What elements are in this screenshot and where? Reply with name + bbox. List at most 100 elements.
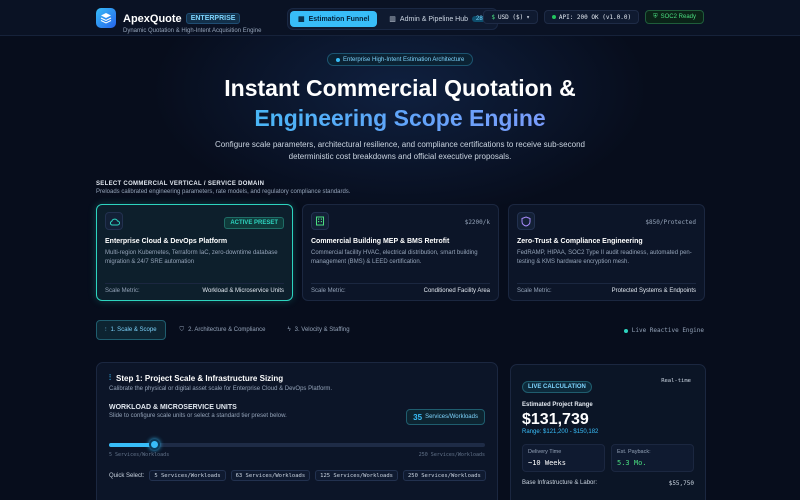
- payback-box: Est. Payback: 5.3 Mo.: [611, 444, 694, 472]
- metric-value: Workload & Microservice Units: [202, 288, 284, 294]
- card-rate-tag: $2200/k: [464, 219, 490, 226]
- step-label: 3. Velocity & Staffing: [294, 327, 350, 333]
- top-header: ApexQuote ENTERPRISE Dynamic Quotation & …: [0, 0, 800, 36]
- shield-icon: ⛉: [179, 326, 185, 333]
- vertical-section-subtitle: Preloads calibrated engineering paramete…: [96, 189, 351, 195]
- workload-slider[interactable]: [109, 439, 485, 450]
- metric-label: Scale Metric:: [311, 288, 346, 294]
- status-dot-icon: [551, 15, 556, 19]
- brand-subtitle: Dynamic Quotation & High-Intent Acquisit…: [123, 28, 262, 34]
- api-status-text: API: 200 OK (v1.0.0): [558, 13, 632, 21]
- soc2-badge: ⛨ SOC2 Ready: [645, 10, 704, 24]
- card-footer: Scale Metric: Conditioned Facility Area: [311, 283, 490, 294]
- base-cost-label: Base Infrastructure & Labor:: [522, 480, 598, 486]
- step-tab-velocity[interactable]: ϟ 3. Velocity & Staffing: [279, 320, 357, 340]
- quick-select-label: Quick Select:: [109, 472, 145, 479]
- card-title: Enterprise Cloud & DevOps Platform: [105, 238, 228, 245]
- base-cost-value: $55,750: [668, 480, 694, 487]
- brand-name: ApexQuote: [123, 13, 182, 25]
- building-icon: [311, 212, 329, 230]
- slider-thumb[interactable]: [149, 439, 161, 450]
- chart-icon: ▥: [389, 16, 396, 23]
- soc2-text: SOC2 Ready: [660, 14, 696, 20]
- payback-label: Est. Payback:: [617, 449, 651, 455]
- workload-value-unit: Services/Workloads: [425, 414, 478, 420]
- dollar-icon: $: [491, 13, 495, 21]
- step-tab-scale[interactable]: ⫶ 1. Scale & Scope: [96, 320, 166, 340]
- vertical-card-building[interactable]: $2200/k Commercial Building MEP & BMS Re…: [302, 204, 499, 301]
- step-panel: ⫶ Step 1: Project Scale & Infrastructure…: [96, 362, 498, 500]
- card-description: Multi-region Kubernetes, Terraform IaC, …: [105, 250, 278, 265]
- tab-label: Admin & Pipeline Hub: [399, 15, 469, 23]
- vertical-card-security[interactable]: $850/Protected Zero-Trust & Compliance E…: [508, 204, 705, 301]
- realtime-label: Real-time: [661, 378, 691, 384]
- quick-option-5[interactable]: 5 Services/Workloads: [149, 470, 226, 481]
- nav-tabs: ▦ Estimation Funnel ▥ Admin & Pipeline H…: [287, 8, 498, 30]
- estimate-value: $131,739: [522, 411, 589, 428]
- active-preset-badge: ACTIVE PRESET: [224, 217, 284, 229]
- card-footer: Scale Metric: Workload & Microservice Un…: [105, 283, 284, 294]
- live-engine-text: Live Reactive Engine: [631, 327, 704, 334]
- card-footer: Scale Metric: Protected Systems & Endpoi…: [517, 283, 696, 294]
- base-cost-row: Base Infrastructure & Labor: $55,750: [522, 480, 694, 487]
- card-rate-tag: $850/Protected: [645, 219, 696, 226]
- step-label: 1. Scale & Scope: [110, 327, 157, 333]
- metric-label: Scale Metric:: [517, 288, 552, 294]
- step-tabs: ⫶ 1. Scale & Scope ⛉ 2. Architecture & C…: [96, 320, 358, 340]
- brand-badge: ENTERPRISE: [185, 13, 241, 24]
- quick-option-63[interactable]: 63 Services/Workloads: [230, 470, 311, 481]
- tab-estimation-funnel[interactable]: ▦ Estimation Funnel: [290, 11, 378, 27]
- step-label: 2. Architecture & Compliance: [188, 327, 266, 333]
- delivery-value: ~10 Weeks: [528, 459, 566, 467]
- quick-option-125[interactable]: 125 Services/Workloads: [315, 470, 398, 481]
- card-description: Commercial facility HVAC, electrical dis…: [311, 250, 478, 265]
- metric-value: Protected Systems & Endpoints: [611, 288, 696, 294]
- delivery-label: Delivery Time: [528, 449, 562, 455]
- tag-dot-icon: [336, 57, 340, 62]
- step-tab-architecture[interactable]: ⛉ 2. Architecture & Compliance: [172, 320, 274, 340]
- panel-title: ⫶ Step 1: Project Scale & Infrastructure…: [109, 373, 485, 383]
- currency-select[interactable]: $ USD ($) ▾: [483, 10, 538, 24]
- card-title: Commercial Building MEP & BMS Retrofit: [311, 238, 450, 245]
- sliders-icon: ⫶: [105, 326, 107, 333]
- workload-value-number: 35: [413, 412, 423, 422]
- panel-subtitle: Calibrate the physical or digital asset …: [109, 386, 333, 392]
- api-status: API: 200 OK (v1.0.0): [543, 10, 640, 24]
- hero-description: Configure scale parameters, architectura…: [215, 140, 585, 161]
- calc-boxes: Delivery Time ~10 Weeks Est. Payback: 5.…: [522, 444, 694, 472]
- vertical-card-cloud[interactable]: ACTIVE PRESET Enterprise Cloud & DevOps …: [96, 204, 293, 301]
- card-description: FedRAMP, HIPAA, SOC2 Type II audit readi…: [517, 250, 692, 265]
- live-engine-indicator: Live Reactive Engine: [623, 327, 704, 334]
- range-max: 250 Services/Workloads: [418, 452, 485, 458]
- brand: ApexQuote ENTERPRISE Dynamic Quotation & …: [123, 9, 261, 34]
- metric-value: Conditioned Facility Area: [423, 288, 490, 294]
- slider-fill: [109, 443, 155, 447]
- estimate-range: Range: $121,200 - $150,182: [522, 429, 599, 435]
- range-min: 5 Services/Workloads: [109, 452, 170, 458]
- payback-value: 5.3 Mo.: [617, 459, 647, 467]
- hero-title-line1: Instant Commercial Quotation &: [224, 75, 576, 101]
- metric-label: Scale Metric:: [105, 288, 140, 294]
- workload-value-pill: 35 Services/Workloads: [406, 409, 485, 425]
- header-right: $ USD ($) ▾ API: 200 OK (v1.0.0) ⛨ SOC2 …: [483, 10, 704, 24]
- live-dot-icon: [623, 328, 628, 333]
- vertical-section-title: SELECT COMMERCIAL VERTICAL / SERVICE DOM…: [96, 181, 265, 187]
- sliders-icon: ⫶: [109, 373, 111, 382]
- slider-range: 5 Services/Workloads 250 Services/Worklo…: [109, 452, 485, 458]
- delivery-box: Delivery Time ~10 Weeks: [522, 444, 605, 472]
- bolt-icon: ϟ: [287, 327, 291, 333]
- tab-label: Estimation Funnel: [308, 15, 370, 23]
- logo-icon: [96, 8, 116, 28]
- panel-title-text: Step 1: Project Scale & Infrastructure S…: [116, 373, 284, 383]
- currency-value: USD ($): [497, 13, 524, 21]
- hero-tag: Enterprise High-Intent Estimation Archit…: [327, 53, 474, 66]
- shield-icon: [517, 212, 535, 230]
- grid-icon: ▦: [298, 16, 305, 23]
- quick-select: Quick Select: 5 Services/Workloads 63 Se…: [109, 470, 486, 481]
- hero-tag-text: Enterprise High-Intent Estimation Archit…: [343, 56, 465, 63]
- quick-option-250[interactable]: 250 Services/Workloads: [403, 470, 486, 481]
- card-title: Zero-Trust & Compliance Engineering: [517, 238, 643, 245]
- tab-admin-pipeline[interactable]: ▥ Admin & Pipeline Hub 28: [381, 11, 494, 27]
- shield-check-icon: ⛨: [653, 13, 658, 20]
- hero-title-line2: Engineering Scope Engine: [0, 105, 800, 132]
